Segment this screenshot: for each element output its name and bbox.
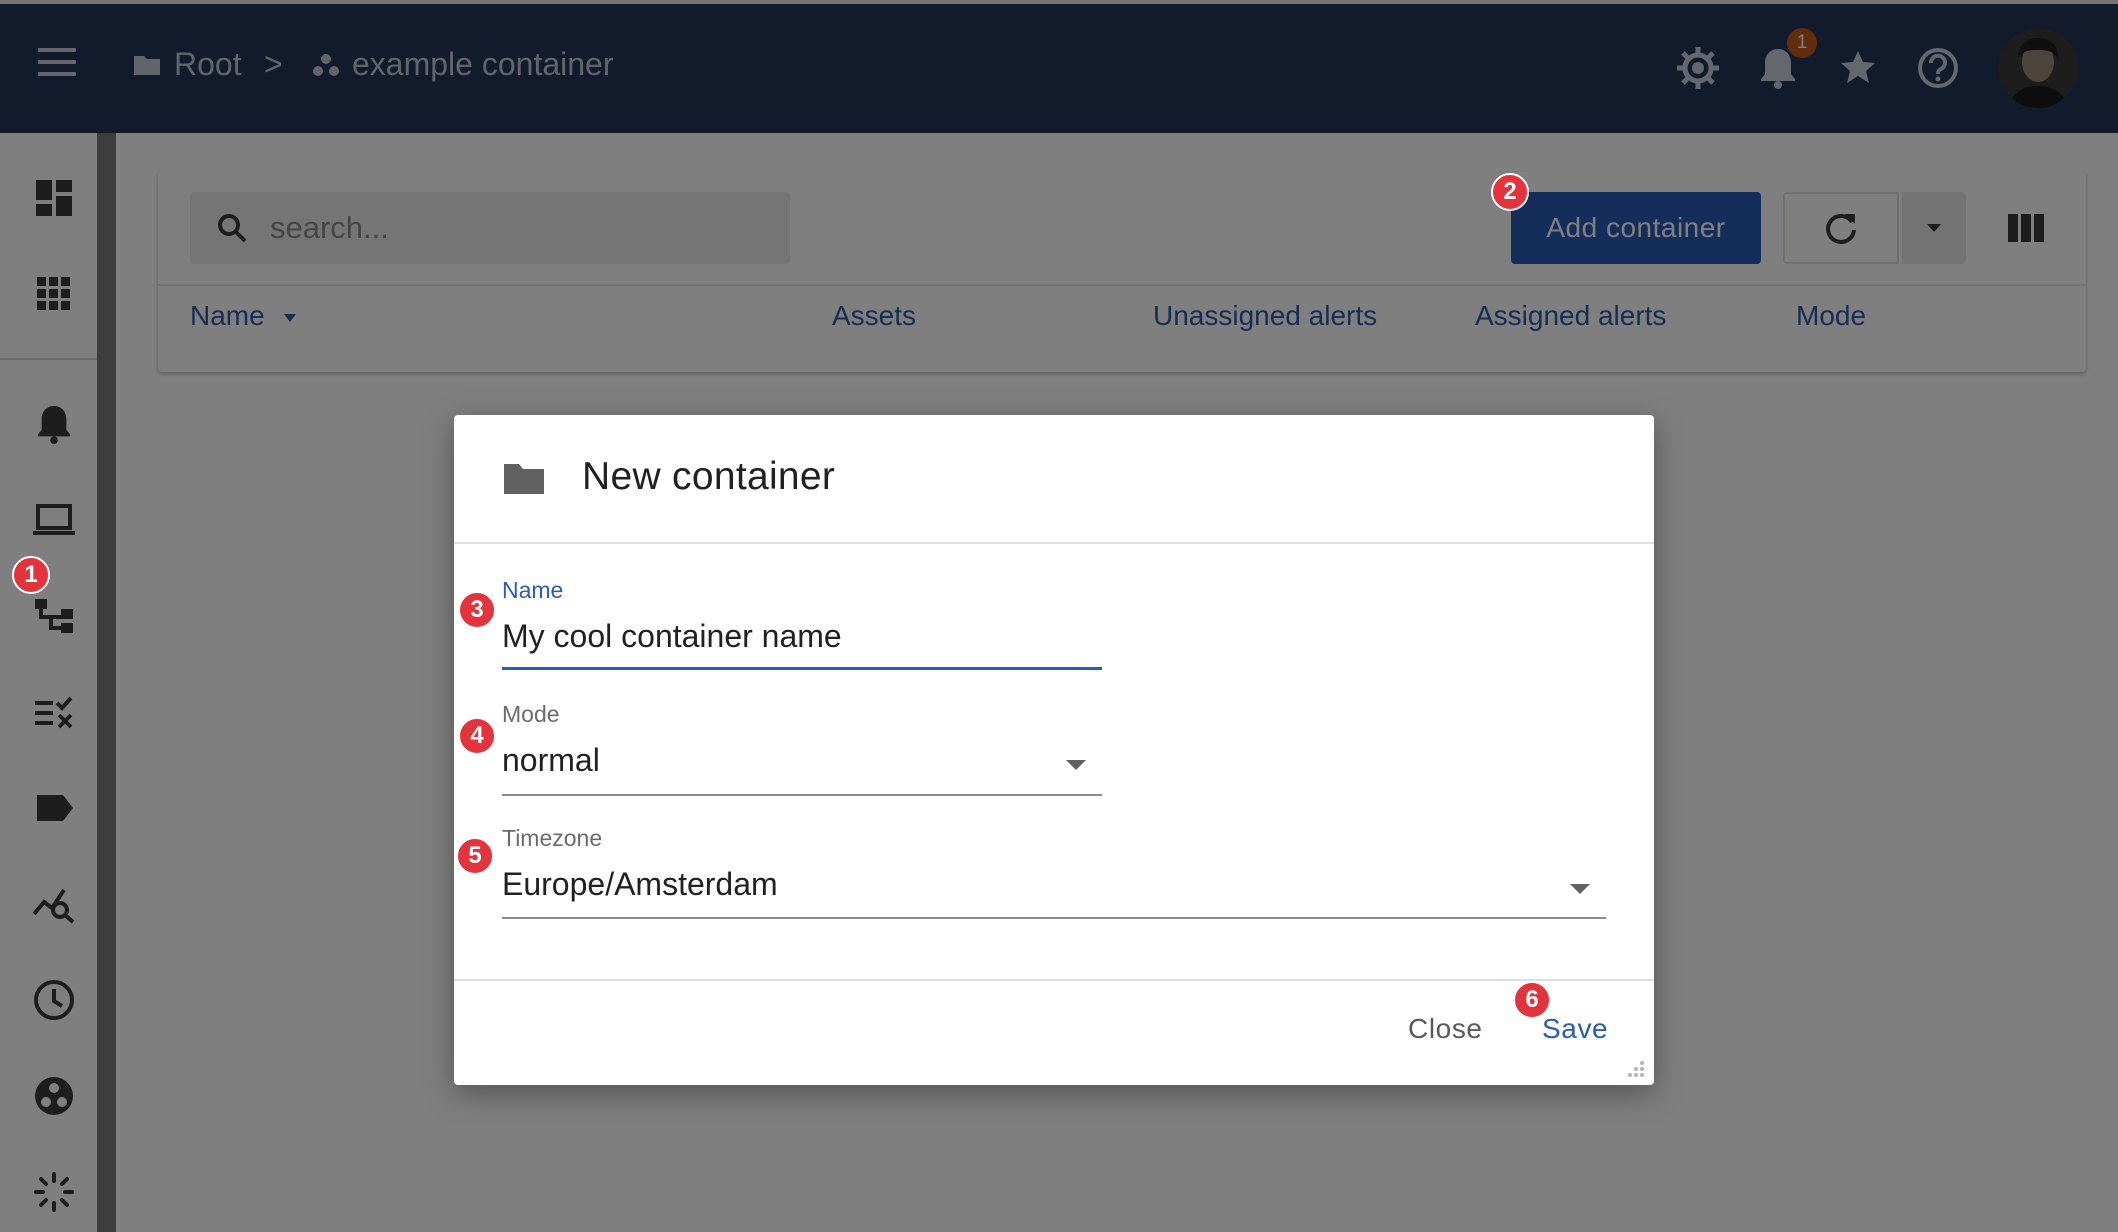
annotation-marker-6: 6 [1513, 981, 1551, 1019]
mode-dropdown-arrow-icon[interactable] [1066, 760, 1086, 770]
folder-icon [502, 460, 546, 501]
timezone-field-underline [502, 917, 1606, 919]
name-field-label: Name [502, 577, 564, 603]
mode-field-label: Mode [502, 701, 560, 727]
dialog-title: New container [582, 455, 836, 498]
new-container-dialog: New container Name My cool container nam… [454, 415, 1654, 1085]
annotation-marker-5: 5 [456, 837, 494, 875]
mode-select[interactable]: normal [502, 742, 600, 779]
name-field-underline [502, 667, 1102, 670]
mode-field-underline [502, 794, 1102, 796]
annotation-marker-2: 2 [1491, 173, 1529, 211]
timezone-dropdown-arrow-icon[interactable] [1570, 884, 1590, 894]
close-button[interactable]: Close [1408, 1013, 1483, 1045]
timezone-select[interactable]: Europe/Amsterdam [502, 866, 778, 903]
annotation-marker-4: 4 [458, 717, 496, 755]
resize-grip-icon[interactable] [1624, 1057, 1646, 1079]
annotation-marker-3: 3 [458, 591, 496, 629]
dialog-header-divider [454, 542, 1654, 544]
timezone-field-label: Timezone [502, 825, 603, 851]
name-field[interactable]: My cool container name [502, 618, 842, 655]
save-button[interactable]: Save [1542, 1013, 1608, 1045]
dialog-footer-divider [454, 979, 1654, 981]
annotation-marker-1: 1 [12, 556, 50, 594]
